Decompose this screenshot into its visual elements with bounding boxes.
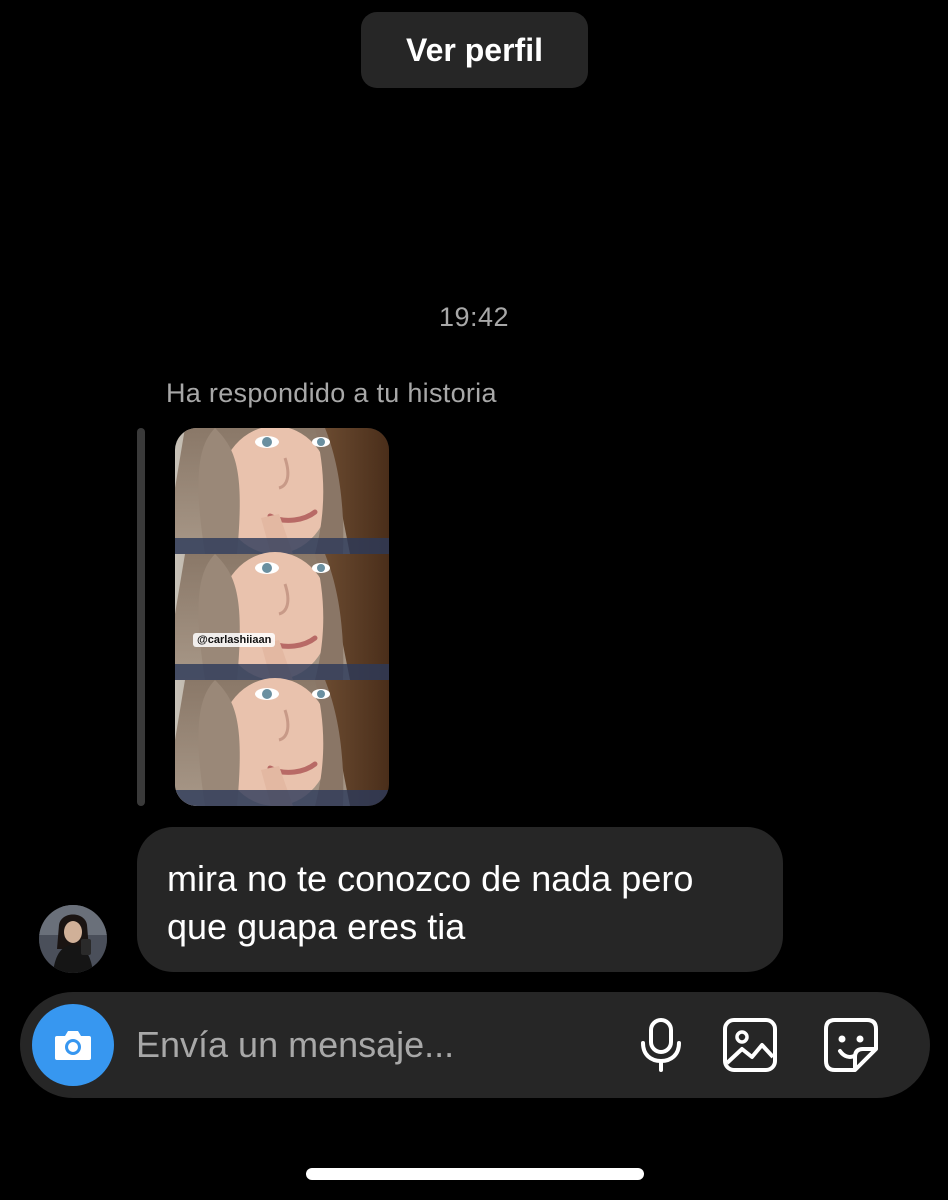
camera-icon (55, 1031, 91, 1060)
sticker-icon (824, 1018, 878, 1072)
microphone-icon (641, 1018, 681, 1072)
sticker-button[interactable] (823, 1017, 879, 1073)
message-bubble[interactable]: mira no te conozco de nada pero que guap… (137, 827, 783, 972)
story-thumbnail[interactable]: @carlashiiaan (175, 428, 389, 806)
story-image (175, 428, 389, 806)
message-timestamp: 19:42 (438, 302, 510, 332)
avatar-image (39, 905, 107, 973)
message-input[interactable] (136, 1022, 576, 1068)
message-composer (20, 992, 930, 1098)
image-icon (723, 1018, 777, 1072)
sender-avatar[interactable] (39, 905, 107, 973)
microphone-button[interactable] (633, 1017, 689, 1073)
dm-conversation-screen: Ver perfil 19:42 Ha respondido a tu hist… (0, 0, 948, 1200)
view-profile-button[interactable]: Ver perfil (361, 12, 588, 88)
reply-quote-bar (137, 428, 145, 806)
story-mention-tag: @carlashiiaan (193, 633, 276, 647)
home-indicator[interactable] (306, 1168, 644, 1180)
gallery-button[interactable] (722, 1017, 778, 1073)
story-reply-label: Ha respondido a tu historia (166, 378, 497, 408)
camera-button[interactable] (32, 1004, 114, 1086)
